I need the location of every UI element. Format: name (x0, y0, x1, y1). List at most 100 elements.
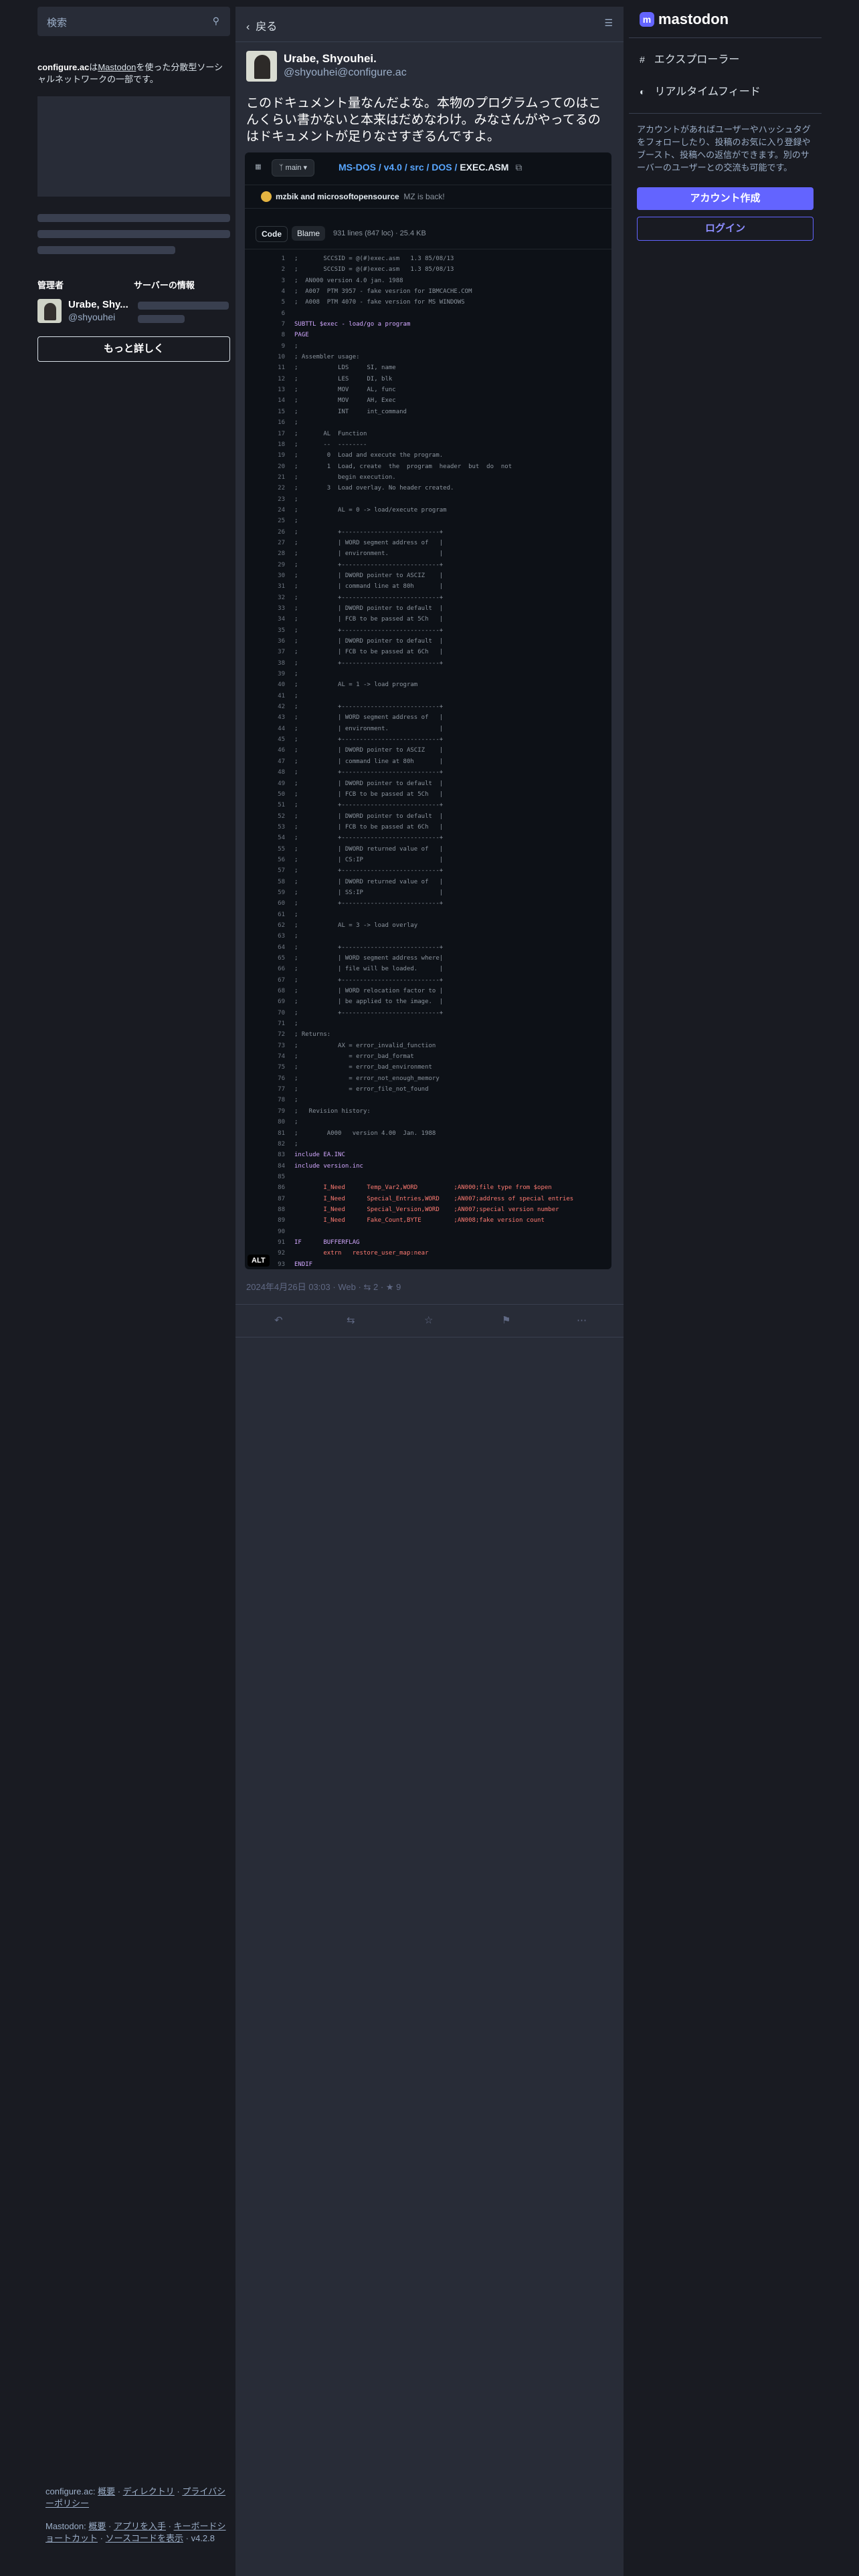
line-number: 80 (278, 1119, 285, 1126)
line-number: 75 (278, 1064, 285, 1071)
path-sep: / (454, 162, 458, 173)
line-source: ; +---------------------------+ (294, 900, 444, 907)
line-source: ; LDS SI, name (294, 364, 396, 372)
status-content: このドキュメント量なんだよな。本物のプログラムってのはこんくらい書かないと本来は… (246, 96, 601, 144)
boost-button-icon[interactable]: ⇆ (347, 1314, 355, 1326)
footer-source-link[interactable]: ソースコードを表示 (106, 2533, 183, 2543)
line-source: ; A000 version 4.00 Jan. 1988 (294, 1130, 436, 1137)
line-source: ; = error_file_not_found (294, 1086, 429, 1093)
line-source: ; | DWORD pointer to ASCIZ | (294, 572, 444, 579)
learn-more-button[interactable]: もっと詳しく (37, 336, 230, 362)
code-line: 28 ; | environment. | (245, 548, 611, 559)
nav-live-feed[interactable]: ◐ リアルタイムフィード (629, 76, 822, 108)
code-line: 16; (245, 417, 611, 428)
line-number: 31 (278, 583, 285, 591)
reply-icon[interactable]: ↶ (274, 1314, 283, 1326)
back-label: 戻る (256, 21, 278, 33)
mastodon-logo[interactable]: m mastodon (640, 11, 822, 28)
hashtag-icon: # (640, 54, 645, 65)
commit-author: mzbik and microsoftopensource (276, 192, 399, 201)
line-number: 41 (278, 692, 285, 700)
code-line: 66 ; | file will be loaded. | (245, 964, 611, 974)
line-number: 50 (278, 790, 285, 798)
line-source: ; (294, 911, 298, 918)
line-source: ; = error_bad_environment (294, 1064, 432, 1071)
code-line: 47 ; | command line at 80h | (245, 756, 611, 767)
code-line: 45 ; +---------------------------+ (245, 734, 611, 745)
line-number: 57 (278, 867, 285, 875)
line-source: ; | DWORD pointer to default | (294, 813, 444, 820)
search-input[interactable]: 検索 ⚲ (37, 7, 230, 36)
attached-image[interactable]: ▦ ᛉ main ▾ MS-DOS / v4.0 / src / DOS / E… (245, 152, 611, 1269)
search-icon: ⚲ (212, 15, 219, 26)
footer-directory-link[interactable]: ディレクトリ (123, 2486, 175, 2496)
code-line: 70 ; +---------------------------+ (245, 1008, 611, 1018)
code-line: 19 ; 0 Load and execute the program. (245, 450, 611, 461)
back-button[interactable]: ‹ 戻る (246, 17, 277, 33)
line-source: ; LES DI, blk (294, 375, 393, 383)
line-number: 12 (278, 375, 285, 383)
favourite-icon[interactable]: ☆ (424, 1314, 433, 1326)
login-button[interactable]: ログイン (637, 217, 814, 241)
code-line: 63; (245, 931, 611, 942)
code-line: 68 ; | WORD relocation factor to | (245, 986, 611, 996)
line-number: 15 (278, 408, 285, 415)
line-number: 49 (278, 780, 285, 787)
line-source: ; -- -------- (294, 441, 367, 448)
line-number: 82 (278, 1140, 285, 1148)
line-number: 9 (281, 342, 285, 350)
status-date[interactable]: 2024年4月26日 03:03 (246, 1282, 330, 1292)
line-number: 26 (278, 528, 285, 536)
more-icon[interactable]: ⋯ (577, 1314, 587, 1326)
line-source: include EA.INC (294, 1152, 345, 1159)
mastodon-wordmark: mastodon (658, 11, 729, 27)
line-number: 62 (278, 922, 285, 929)
footer-m-about-link[interactable]: 概要 (88, 2521, 106, 2531)
alt-badge[interactable]: ALT (248, 1255, 270, 1267)
line-source: ; AL Function (294, 430, 367, 437)
line-source: ; (294, 671, 298, 678)
line-number: 25 (278, 518, 285, 525)
line-number: 74 (278, 1053, 285, 1061)
divider (629, 113, 822, 114)
path-sep: / (378, 162, 381, 173)
line-number: 64 (278, 944, 285, 951)
line-source: ; Returns: (294, 1031, 331, 1039)
line-source: ; 3 Load overlay. No header created. (294, 485, 454, 492)
mastodon-link[interactable]: Mastodon (98, 62, 136, 72)
avatar (37, 299, 62, 323)
admin-handle: @shyouhei (68, 312, 116, 322)
line-source: ; +---------------------------+ (294, 659, 444, 667)
code-line: 67 ; +---------------------------+ (245, 975, 611, 986)
line-number: 91 (278, 1239, 285, 1246)
line-source: ; (294, 419, 298, 427)
settings-icon[interactable]: ☰ (604, 17, 613, 29)
code-line: 12 ; LES DI, blk (245, 374, 611, 385)
copy-icon: ⧉ (515, 162, 522, 173)
meta-sep: · (358, 1282, 361, 1292)
footer-about-link[interactable]: 概要 (98, 2486, 115, 2496)
commit-avatar (261, 191, 272, 202)
line-source: ; +---------------------------+ (294, 627, 444, 634)
status-author[interactable]: Urabe, Shyouhei. @shyouhei@configure.ac (246, 51, 613, 82)
line-source: ; | file will be loaded. | (294, 966, 444, 973)
footer-get-app-link[interactable]: アプリを入手 (114, 2521, 166, 2531)
avatar (246, 51, 277, 82)
line-source: I_Need Fake_Count,BYTE ;AN008;fake versi… (294, 1217, 545, 1224)
create-account-button[interactable]: アカウント作成 (637, 187, 814, 210)
code-line: 85 (245, 1172, 611, 1182)
line-number: 81 (278, 1130, 285, 1137)
code-line: 61; (245, 909, 611, 920)
code-line: 84 include version.inc (245, 1161, 611, 1172)
nav-explore[interactable]: # エクスプローラー (629, 43, 822, 76)
star-icon: ★ (385, 1282, 394, 1292)
line-source: ; | FCB to be passed at 6Ch | (294, 823, 444, 831)
footer-mastodon: Mastodon: (45, 2521, 86, 2531)
path-src: src (409, 162, 424, 173)
line-source: ; +---------------------------+ (294, 944, 444, 951)
skeleton-bar (138, 302, 229, 310)
bookmark-icon[interactable]: ⚑ (502, 1314, 510, 1326)
code-line: 11 ; LDS SI, name (245, 362, 611, 373)
line-source: ; +---------------------------+ (294, 769, 444, 776)
code-line: 75 ; = error_bad_environment (245, 1062, 611, 1073)
